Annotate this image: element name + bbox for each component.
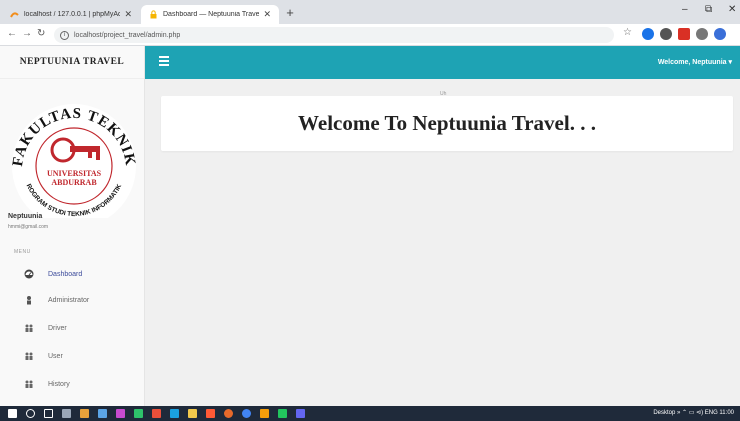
logo-mid-text-2: ABDURRAB	[51, 178, 97, 187]
app-icon[interactable]	[260, 409, 269, 418]
app: NEPTUUNIA TRAVEL FAKULTAS TEKNIK PROGRAM…	[0, 46, 740, 406]
brand-title: NEPTUUNIA TRAVEL	[0, 46, 144, 79]
windows-start-icon[interactable]	[8, 409, 17, 418]
profile-avatar-icon[interactable]	[714, 28, 726, 40]
user-icon	[24, 295, 34, 305]
main-content: Uh Welcome To Neptuunia Travel. . .	[145, 79, 740, 406]
sidebar-item-history[interactable]: History	[0, 373, 145, 395]
user-dropdown[interactable]: Welcome, Neptuunia ▾	[658, 58, 732, 66]
topbar: Welcome, Neptuunia ▾	[145, 46, 740, 79]
profile-name: Neptuunia	[8, 213, 43, 220]
app-icon[interactable]	[116, 409, 125, 418]
users-icon	[24, 351, 34, 361]
close-icon[interactable]: ✕	[263, 9, 271, 20]
app-icon[interactable]	[98, 409, 107, 418]
url-text: localhost/project_travel/admin.php	[74, 31, 181, 39]
search-icon[interactable]	[26, 409, 35, 418]
extension-icon[interactable]	[660, 28, 672, 40]
address-bar[interactable]: i localhost/project_travel/admin.php	[54, 27, 614, 43]
app-icon[interactable]	[278, 409, 287, 418]
university-logo: FAKULTAS TEKNIK PROGRAM STUDI TEKNIK INF…	[6, 83, 140, 228]
sidebar-item-label: Driver	[48, 324, 67, 332]
app-icon[interactable]	[170, 409, 179, 418]
app-icon[interactable]	[134, 409, 143, 418]
phpmyadmin-favicon-icon	[10, 10, 19, 19]
minimize-button[interactable]: –	[682, 4, 688, 15]
app-icon[interactable]	[188, 409, 197, 418]
bookmark-star-icon[interactable]: ☆	[623, 27, 632, 38]
dashboard-icon	[24, 269, 34, 279]
page-title: Welcome To Neptuunia Travel. . .	[298, 111, 596, 135]
tab-phpmyadmin[interactable]: localhost / 127.0.0.1 | phpMyAdm ✕	[2, 5, 140, 24]
windows-taskbar: Desktop » ⌃ ▭ ⊲) ENG 11:00	[0, 406, 740, 421]
extension-icon[interactable]	[642, 28, 654, 40]
browser-tab-strip: localhost / 127.0.0.1 | phpMyAdm ✕ Dashb…	[0, 0, 740, 24]
sidebar-item-administrator[interactable]: Administrator	[0, 289, 145, 311]
extension-icon[interactable]	[678, 28, 690, 40]
sidebar-item-user[interactable]: User	[0, 345, 145, 367]
new-tab-button[interactable]: +	[283, 6, 297, 20]
browser-toolbar: ← → ↻ i localhost/project_travel/admin.p…	[0, 24, 740, 46]
app-icon[interactable]	[296, 409, 305, 418]
menu-heading: MENU	[14, 249, 31, 255]
maximize-button[interactable]: ⧉	[705, 4, 712, 15]
info-icon[interactable]: i	[60, 30, 69, 40]
sidebar-item-label: History	[48, 380, 70, 388]
reload-icon[interactable]: ↻	[37, 28, 45, 39]
sidebar-item-driver[interactable]: Driver	[0, 317, 145, 339]
app-icon[interactable]	[206, 409, 215, 418]
tab-dashboard[interactable]: Dashboard — Neptuunia Travel ✕	[141, 5, 279, 24]
back-arrow-icon[interactable]: ←	[7, 28, 17, 39]
users-icon	[24, 323, 34, 333]
sidebar-item-dashboard[interactable]: Dashboard	[0, 263, 145, 285]
lock-icon	[149, 10, 158, 19]
system-tray[interactable]: Desktop » ⌃ ▭ ⊲) ENG 11:00	[653, 409, 734, 416]
app-icon[interactable]	[224, 409, 233, 418]
app-icon[interactable]	[152, 409, 161, 418]
tab-title: localhost / 127.0.0.1 | phpMyAdm	[24, 11, 121, 18]
task-view-icon[interactable]	[44, 409, 53, 418]
hamburger-menu-icon[interactable]	[159, 56, 169, 66]
app-icon[interactable]	[62, 409, 71, 418]
close-window-button[interactable]: ✕	[728, 4, 736, 15]
forward-arrow-icon[interactable]: →	[22, 28, 32, 39]
sidebar-item-label: Dashboard	[48, 270, 83, 278]
tab-title: Dashboard — Neptuunia Travel	[163, 11, 260, 18]
chrome-icon[interactable]	[242, 409, 251, 418]
app-icon[interactable]	[80, 409, 89, 418]
close-icon[interactable]: ✕	[124, 9, 132, 20]
sidebar-item-label: User	[48, 352, 63, 360]
sidebar-item-label: Administrator	[48, 296, 90, 304]
users-icon	[24, 379, 34, 389]
puzzle-icon[interactable]	[696, 28, 708, 40]
profile-email: hmmi@gmail.com	[8, 224, 49, 230]
welcome-card: Welcome To Neptuunia Travel. . .	[161, 96, 733, 151]
sidebar: NEPTUUNIA TRAVEL FAKULTAS TEKNIK PROGRAM…	[0, 46, 145, 406]
logo-mid-text-1: UNIVERSITAS	[47, 169, 102, 178]
